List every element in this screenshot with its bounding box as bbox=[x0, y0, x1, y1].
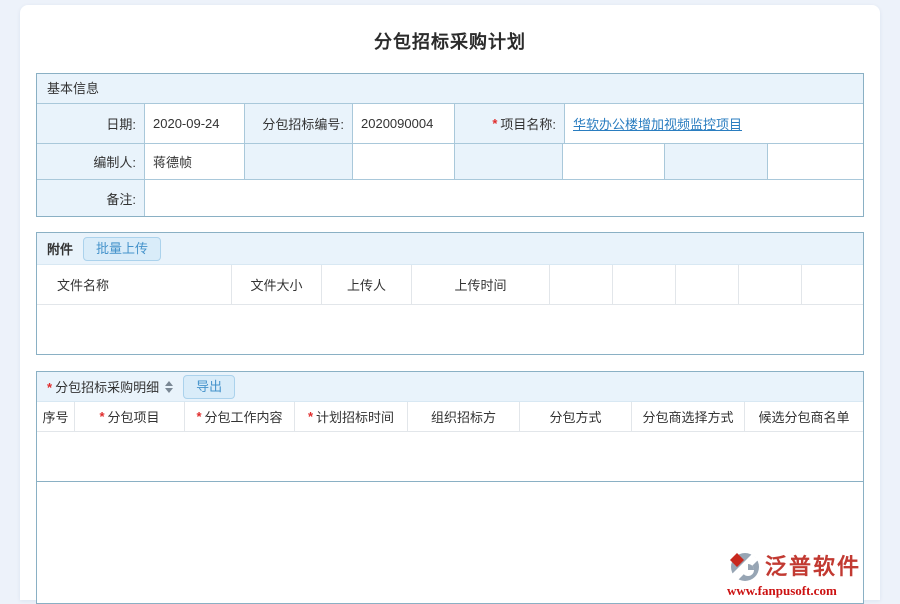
remark-value bbox=[145, 180, 863, 216]
col-candidate-list: 候选分包商名单 bbox=[745, 402, 863, 431]
form-card: 分包招标采购计划 基本信息 日期: 2020-09-24 分包招标编号: 202… bbox=[20, 5, 880, 600]
col-planned-bid-time: *计划招标时间 bbox=[295, 402, 408, 431]
required-asterisk: * bbox=[308, 409, 313, 424]
col-subcontract-method: 分包方式 bbox=[520, 402, 632, 431]
basic-info-row-1: 日期: 2020-09-24 分包招标编号: 2020090004 * 项目名称… bbox=[37, 104, 863, 144]
col-file-size: 文件大小 bbox=[232, 265, 322, 304]
col-file-name: 文件名称 bbox=[37, 265, 232, 304]
detail-header: *分包招标采购明细 导出 bbox=[37, 372, 863, 402]
attachments-title: 附件 bbox=[47, 239, 73, 258]
col-upload-time: 上传时间 bbox=[412, 265, 550, 304]
basic-info-row-2: 编制人: 蒋德帧 bbox=[37, 144, 863, 180]
empty-cell bbox=[563, 144, 665, 179]
basic-info-title: 基本信息 bbox=[47, 81, 99, 96]
required-asterisk: * bbox=[492, 116, 497, 131]
detail-title-wrap: *分包招标采购明细 bbox=[47, 377, 159, 396]
col-seq: 序号 bbox=[37, 402, 75, 431]
batch-upload-button[interactable]: 批量上传 bbox=[83, 237, 161, 261]
empty-cell bbox=[353, 144, 455, 179]
detail-section: *分包招标采购明细 导出 序号 *分包项目 *分包工作内容 *计划招标时间 组织… bbox=[36, 371, 864, 482]
date-value: 2020-09-24 bbox=[145, 104, 245, 143]
sort-icon[interactable] bbox=[165, 381, 173, 393]
attachment-empty-column bbox=[613, 265, 676, 304]
col-subcontract-item: *分包项目 bbox=[75, 402, 185, 431]
fanpu-logo-icon bbox=[727, 551, 761, 583]
brand-row: 泛普软件 bbox=[727, 551, 861, 583]
col-uploader: 上传人 bbox=[322, 265, 412, 304]
attachments-table-header: 文件名称 文件大小 上传人 上传时间 bbox=[37, 265, 863, 305]
date-label: 日期: bbox=[37, 104, 145, 143]
col-work-content: *分包工作内容 bbox=[185, 402, 295, 431]
attachments-table-body bbox=[37, 305, 863, 354]
project-name-label: * 项目名称: bbox=[455, 104, 565, 143]
brand-name: 泛普软件 bbox=[765, 555, 861, 578]
detail-table-body bbox=[37, 432, 863, 481]
basic-info-section: 基本信息 日期: 2020-09-24 分包招标编号: 2020090004 *… bbox=[36, 73, 864, 217]
project-name-link[interactable]: 华软办公楼增加视频监控项目 bbox=[573, 114, 742, 133]
required-asterisk: * bbox=[47, 380, 52, 395]
brand-url: www.fanpusoft.com bbox=[727, 583, 861, 599]
col-selection-method: 分包商选择方式 bbox=[632, 402, 745, 431]
bid-number-value: 2020090004 bbox=[353, 104, 455, 143]
attachment-empty-column bbox=[676, 265, 739, 304]
detail-title: 分包招标采购明细 bbox=[55, 380, 159, 395]
empty-cell bbox=[245, 144, 353, 179]
empty-cell bbox=[768, 144, 863, 179]
empty-cell bbox=[665, 144, 768, 179]
export-button[interactable]: 导出 bbox=[183, 375, 235, 399]
brand-watermark: 泛普软件 www.fanpusoft.com bbox=[727, 551, 861, 599]
attachment-empty-column bbox=[802, 265, 863, 304]
basic-info-row-3: 备注: bbox=[37, 180, 863, 216]
attachment-empty-column bbox=[739, 265, 802, 304]
detail-table-header: 序号 *分包项目 *分包工作内容 *计划招标时间 组织招标方 分包方式 分包商选… bbox=[37, 402, 863, 432]
bid-number-label: 分包招标编号: bbox=[245, 104, 353, 143]
editor-label: 编制人: bbox=[37, 144, 145, 179]
attachment-empty-column bbox=[550, 265, 613, 304]
col-organizer: 组织招标方 bbox=[408, 402, 520, 431]
attachments-header: 附件 批量上传 bbox=[37, 233, 863, 265]
project-name-cell: 华软办公楼增加视频监控项目 bbox=[565, 104, 863, 143]
editor-value: 蒋德帧 bbox=[145, 144, 245, 179]
required-asterisk: * bbox=[196, 409, 201, 424]
attachments-section: 附件 批量上传 文件名称 文件大小 上传人 上传时间 bbox=[36, 232, 864, 355]
footer-panel: 泛普软件 www.fanpusoft.com bbox=[36, 481, 864, 604]
empty-cell bbox=[455, 144, 563, 179]
basic-info-header: 基本信息 bbox=[37, 74, 863, 104]
page-title: 分包招标采购计划 bbox=[36, 5, 864, 53]
remark-label: 备注: bbox=[37, 180, 145, 216]
required-asterisk: * bbox=[99, 409, 104, 424]
